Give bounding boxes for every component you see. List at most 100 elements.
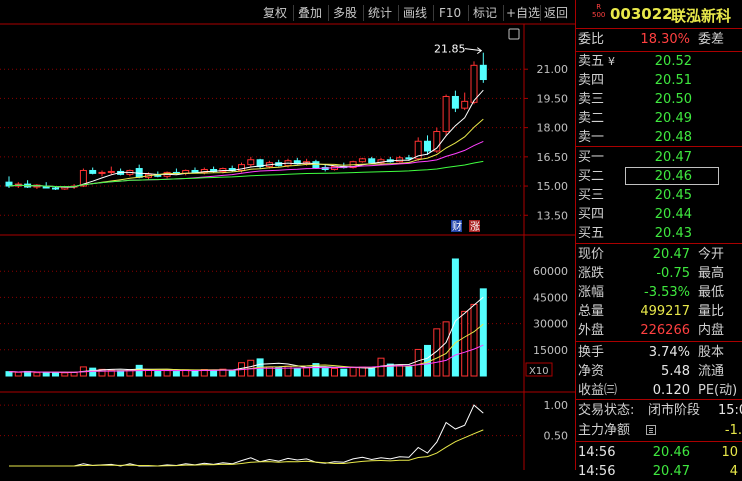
- tick-volume: 10: [721, 445, 738, 460]
- volume-bar: [14, 371, 22, 377]
- trading-status-label: 交易状态:: [578, 403, 635, 418]
- volume-tick-label: 60000: [533, 265, 568, 278]
- bid-row[interactable]: 买五 20.43: [578, 224, 742, 243]
- stat-label: 换手: [578, 345, 605, 360]
- candle-body: [368, 158, 376, 164]
- volume-bar: [451, 258, 459, 377]
- candle-body: [358, 158, 366, 163]
- overlay-button[interactable]: 叠加: [295, 3, 325, 23]
- f10-button[interactable]: F10: [436, 3, 464, 23]
- ask-row[interactable]: 卖四 20.51: [578, 71, 742, 90]
- quote-value: -0.75: [656, 266, 690, 281]
- ask-price: 20.51: [654, 73, 692, 88]
- volume-bar: [191, 370, 199, 377]
- quote-label: 总量: [578, 304, 605, 319]
- volume-bar: [5, 371, 13, 377]
- ask-price: 20.50: [654, 92, 692, 107]
- bid-row[interactable]: 买一 20.47: [578, 148, 742, 167]
- stat-label: 收益㈢: [578, 383, 618, 398]
- stat-value: 3.74%: [648, 345, 690, 360]
- quote-row: 总量 499217 量比: [578, 302, 742, 321]
- candle-body: [191, 169, 199, 173]
- add-watchlist-button[interactable]: +自选: [503, 3, 543, 23]
- volume-bar: [442, 321, 450, 377]
- price-tick-label: 13.50: [537, 209, 569, 222]
- kline-chart[interactable]: 21.00 19.50 18.00 16.50 15.00 13.50 60000 45000…: [0, 0, 575, 470]
- quote-panel: R 500 003022 联泓新科 委比 18.30% 委差 卖五 ¥20.52 卖…: [575, 0, 742, 479]
- volume-bar: [33, 372, 41, 377]
- bid-price: 20.46: [654, 169, 692, 184]
- toolbar-divider: [468, 5, 469, 21]
- bid-level-label: 买二: [578, 169, 605, 184]
- volume-bar: [470, 303, 478, 377]
- volume-bar: [61, 372, 69, 377]
- quote-label-secondary: 最高: [698, 266, 725, 281]
- quote-row: 外盘 226266 内盘: [578, 321, 742, 340]
- price-tick-label: 18.00: [537, 122, 569, 135]
- volume-bar: [414, 348, 422, 377]
- volume-ma5-line: [8, 296, 484, 374]
- max-price-label: 21.85: [434, 43, 466, 56]
- quote-label-secondary: 最低: [698, 285, 725, 300]
- toolbar-divider: [363, 5, 364, 21]
- candle-body: [451, 95, 459, 109]
- stat-label-secondary: 股本: [698, 345, 725, 360]
- bid-row[interactable]: 买二 20.46: [578, 167, 742, 186]
- candle-body: [52, 187, 59, 190]
- statistics-button[interactable]: 统计: [365, 3, 395, 23]
- multi-stock-button[interactable]: 多股: [330, 3, 360, 23]
- commission-ratio-row: 委比 18.30% 委差: [578, 30, 742, 49]
- ask-level-label: 卖二: [578, 111, 605, 126]
- ask-level-label: 卖一: [578, 130, 605, 145]
- badge-top-text: R: [596, 3, 602, 11]
- candle-body: [107, 170, 115, 173]
- volume-bar: [340, 368, 348, 377]
- volume-bar: [331, 367, 338, 377]
- volume-bar: [405, 366, 413, 377]
- toolbar-divider: [433, 5, 434, 21]
- volume-bar: [321, 366, 329, 377]
- ask-row[interactable]: 卖一 20.48: [578, 128, 742, 147]
- draw-line-button[interactable]: 画线: [400, 3, 430, 23]
- quote-value: 20.47: [652, 247, 690, 262]
- kline-chart-area[interactable]: 21.00 19.50 18.00 16.50 15.00 13.50 60000 45000…: [0, 0, 575, 470]
- divider: [576, 399, 742, 400]
- stock-header: R 500 003022 联泓新科: [576, 0, 742, 28]
- toolbar-divider: [398, 5, 399, 21]
- main-capital-row[interactable]: 主力净额 -1.: [578, 421, 742, 440]
- toolbar-divider: [328, 5, 329, 21]
- list-icon[interactable]: [646, 425, 656, 435]
- indicator-tick-label: 1.00: [544, 399, 569, 412]
- candle-body: [98, 171, 106, 174]
- volume-bar: [172, 370, 180, 377]
- ask-row[interactable]: 卖三 20.50: [578, 90, 742, 109]
- mark-button[interactable]: 标记: [470, 3, 500, 23]
- volume-bar: [42, 371, 50, 377]
- bid-row[interactable]: 买四 20.44: [578, 205, 742, 224]
- ask-row[interactable]: 卖五 ¥20.52: [578, 52, 742, 71]
- tick-time: 14:56: [578, 464, 616, 479]
- stat-label-secondary: PE(动): [698, 383, 738, 398]
- volume-tick-label: 45000: [533, 291, 568, 304]
- quote-row: 涨幅 -3.53% 最低: [578, 283, 742, 302]
- trading-status-time: 15:0: [718, 403, 742, 418]
- quote-row: 现价 20.47 今开: [578, 245, 742, 264]
- volume-bar: [89, 367, 97, 377]
- bid-level-label: 买四: [578, 207, 605, 222]
- restore-rights-button[interactable]: 复权: [260, 3, 290, 23]
- main-capital-label: 主力净额: [578, 423, 631, 438]
- badge-bottom-text: 500: [592, 11, 606, 19]
- bid-row[interactable]: 买三 20.45: [578, 186, 742, 205]
- candle-body: [461, 100, 469, 109]
- stat-label: 净资: [578, 364, 605, 379]
- back-button[interactable]: 返回: [541, 3, 571, 23]
- divider: [576, 341, 742, 342]
- ask-row[interactable]: 卖二 20.49: [578, 109, 742, 128]
- price-tick-label: 15.00: [537, 180, 569, 193]
- quote-value: -3.53%: [644, 285, 690, 300]
- stat-row: 收益㈢ 0.120 PE(动): [578, 381, 742, 400]
- finance-badge-text: 财: [452, 220, 462, 233]
- bid-price: 20.43: [654, 226, 692, 241]
- bid-level-label: 买五: [578, 226, 605, 241]
- stat-label-secondary: 流通: [698, 364, 725, 379]
